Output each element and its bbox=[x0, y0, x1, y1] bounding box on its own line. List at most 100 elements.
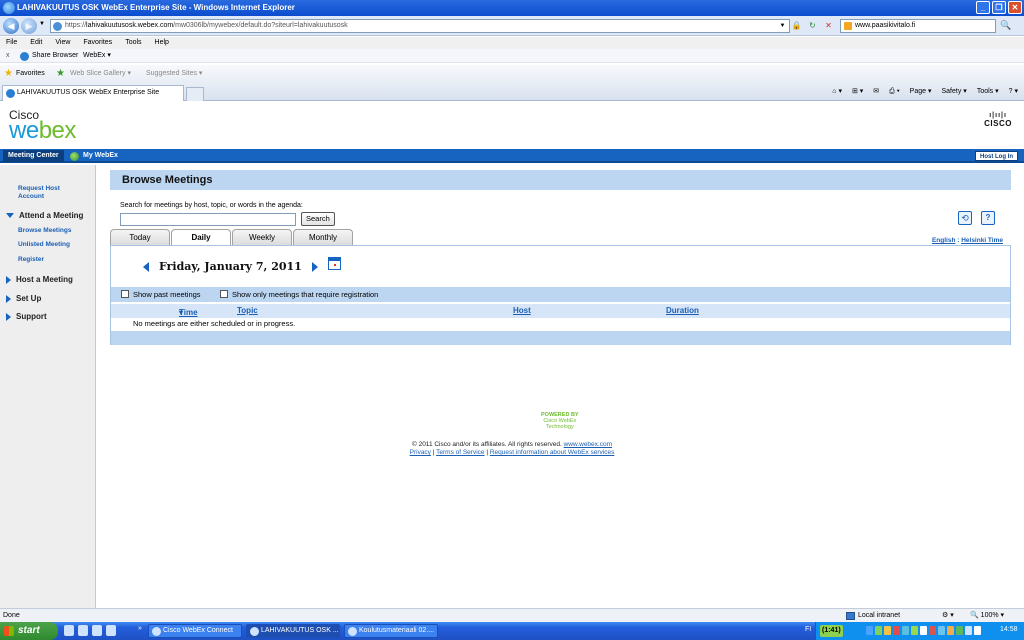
tab-my-webex[interactable]: My WebEx bbox=[70, 150, 118, 162]
tools-menu[interactable]: Tools ▾ bbox=[977, 86, 999, 98]
tray-icon-1[interactable] bbox=[866, 626, 873, 635]
sidebar-item-host[interactable]: Host a Meeting bbox=[6, 275, 73, 284]
task-ie-window[interactable]: LAHIVAKUUTUS OSK ... bbox=[246, 624, 340, 638]
browser-tab[interactable]: LAHIVAKUUTUS OSK WebEx Enterprise Site bbox=[2, 85, 184, 101]
quicklaunch-folder-icon[interactable] bbox=[106, 625, 116, 636]
search-icon[interactable]: 🔍 bbox=[1000, 20, 1011, 31]
home-icon[interactable]: ⌂ ▾ bbox=[832, 86, 842, 98]
sidebar-item-request-host[interactable]: Request Host Account bbox=[18, 185, 78, 201]
restore-button[interactable]: ❐ bbox=[992, 1, 1006, 14]
tray-icon-4[interactable] bbox=[893, 626, 900, 635]
mail-icon[interactable]: ✉ bbox=[873, 86, 879, 98]
close-button[interactable]: ✕ bbox=[1008, 1, 1022, 14]
print-icon[interactable]: ⎙ ▾ bbox=[889, 86, 900, 98]
column-topic[interactable]: Topic bbox=[237, 306, 258, 315]
url-input[interactable]: https://lahivakuutusosk.webex.com/mw0306… bbox=[50, 19, 790, 33]
webex-site-link[interactable]: www.webex.com bbox=[564, 441, 612, 448]
sidebar-item-register[interactable]: Register bbox=[18, 256, 44, 263]
quicklaunch-ie2-icon[interactable] bbox=[78, 625, 88, 636]
timezone-link[interactable]: Helsinki Time bbox=[961, 237, 1003, 244]
network-icon[interactable] bbox=[974, 626, 981, 635]
feeds-icon[interactable]: ⊞ ▾ bbox=[852, 86, 863, 98]
menu-help[interactable]: Help bbox=[155, 37, 169, 49]
minimize-button[interactable]: _ bbox=[976, 1, 990, 14]
tray-icon-10[interactable] bbox=[947, 626, 954, 635]
lock-icon[interactable]: 🔒 bbox=[790, 20, 803, 32]
filter-row: Show past meetings Show only meetings th… bbox=[111, 287, 1010, 302]
show-registration-checkbox[interactable] bbox=[220, 290, 228, 298]
show-past-checkbox[interactable] bbox=[121, 290, 129, 298]
tab-meeting-center[interactable]: Meeting Center bbox=[3, 150, 64, 162]
sidebar-item-unlisted[interactable]: Unlisted Meeting bbox=[18, 241, 70, 248]
tray-icon-9[interactable] bbox=[938, 626, 945, 635]
next-day-icon[interactable] bbox=[311, 261, 318, 272]
tab-today[interactable]: Today bbox=[110, 229, 170, 245]
protected-mode-icon[interactable]: ⚙ ▾ bbox=[942, 609, 954, 622]
close-toolbar-icon[interactable]: x bbox=[6, 49, 10, 63]
quicklaunch-overflow-icon[interactable]: » bbox=[138, 625, 142, 632]
tab-weekly[interactable]: Weekly bbox=[232, 229, 292, 245]
webex-menu-button[interactable]: WebEx ▾ bbox=[83, 49, 111, 63]
back-icon[interactable]: ◀ bbox=[3, 18, 19, 34]
tab-monthly[interactable]: Monthly bbox=[293, 229, 353, 245]
host-login-button[interactable]: Host Log In bbox=[975, 151, 1018, 161]
zoom-control[interactable]: 🔍 100% ▾ bbox=[970, 609, 1004, 622]
terms-link[interactable]: Terms of Service bbox=[436, 449, 484, 456]
sidebar-item-setup[interactable]: Set Up bbox=[6, 294, 41, 303]
search-button[interactable]: Search bbox=[301, 212, 335, 226]
task-webex-connect[interactable]: Cisco WebEx Connect bbox=[148, 624, 242, 638]
forward-icon[interactable]: ▶ bbox=[21, 18, 37, 34]
clock[interactable]: 14:58 bbox=[1000, 626, 1018, 633]
tray-icon-8[interactable] bbox=[929, 626, 936, 635]
calendar-icon[interactable] bbox=[327, 257, 341, 270]
add-favorite-icon[interactable]: ★ bbox=[56, 65, 65, 83]
tray-icon-5[interactable] bbox=[902, 626, 909, 635]
stop-icon[interactable]: ✕ bbox=[822, 20, 835, 32]
menu-edit[interactable]: Edit bbox=[30, 37, 42, 49]
page-menu[interactable]: Page ▾ bbox=[910, 86, 932, 98]
menu-view[interactable]: View bbox=[55, 37, 70, 49]
previous-day-icon[interactable] bbox=[143, 261, 149, 272]
tray-icon-11[interactable] bbox=[956, 626, 963, 635]
safety-menu[interactable]: Safety ▾ bbox=[941, 86, 966, 98]
url-dropdown-icon[interactable]: ▼ bbox=[776, 20, 789, 32]
sidebar-item-browse[interactable]: Browse Meetings bbox=[18, 227, 71, 234]
privacy-link[interactable]: Privacy bbox=[410, 449, 431, 456]
column-duration[interactable]: Duration bbox=[666, 306, 699, 315]
history-dropdown-icon[interactable]: ▼ bbox=[39, 21, 45, 27]
tray-icon-3[interactable] bbox=[884, 626, 891, 635]
tray-icon-7[interactable] bbox=[920, 626, 927, 635]
search-input[interactable]: www.paasikivitalo.fi bbox=[840, 19, 996, 33]
share-browser-button[interactable]: Share Browser bbox=[20, 49, 78, 63]
url-prefix: https:// bbox=[65, 22, 87, 29]
security-zone[interactable]: Local intranet bbox=[846, 609, 900, 622]
language-link[interactable]: English bbox=[932, 237, 955, 244]
help-icon[interactable]: ? bbox=[981, 211, 995, 225]
column-host[interactable]: Host bbox=[513, 306, 531, 315]
menu-tools[interactable]: Tools bbox=[125, 37, 141, 49]
start-button[interactable]: start bbox=[0, 622, 58, 640]
sidebar-item-attend[interactable]: Attend a Meeting bbox=[6, 211, 83, 220]
tray-badge[interactable]: (1:41) bbox=[820, 625, 843, 637]
help-menu[interactable]: ? ▾ bbox=[1009, 86, 1018, 98]
request-info-link[interactable]: Request information about WebEx services bbox=[490, 449, 615, 456]
refresh-icon[interactable]: ⟲ bbox=[958, 211, 972, 225]
meeting-search-input[interactable] bbox=[120, 213, 296, 226]
tab-daily[interactable]: Daily bbox=[171, 229, 231, 246]
web-slice-gallery-link[interactable]: Web Slice Gallery ▾ bbox=[70, 65, 131, 83]
input-language[interactable]: FI bbox=[805, 626, 811, 633]
refresh-icon[interactable]: ↻ bbox=[806, 20, 819, 32]
volume-icon[interactable] bbox=[965, 626, 972, 635]
favorites-button[interactable]: ★ Favorites bbox=[4, 65, 45, 83]
menu-file[interactable]: File bbox=[6, 37, 17, 49]
quicklaunch-ie-icon[interactable] bbox=[64, 625, 74, 636]
quicklaunch-desktop-icon[interactable] bbox=[92, 625, 102, 636]
tray-icon-6[interactable] bbox=[911, 626, 918, 635]
menu-favorites[interactable]: Favorites bbox=[83, 37, 112, 49]
tray-icon-2[interactable] bbox=[875, 626, 882, 635]
sidebar-item-support[interactable]: Support bbox=[6, 312, 47, 321]
task-document[interactable]: Koulutusmateriaali 02.... bbox=[344, 624, 438, 638]
url-path: /mw0306lb/mywebex/default.do?siteurl=lah… bbox=[173, 22, 348, 29]
suggested-sites-link[interactable]: Suggested Sites ▾ bbox=[146, 65, 202, 83]
new-tab-button[interactable] bbox=[186, 87, 204, 101]
